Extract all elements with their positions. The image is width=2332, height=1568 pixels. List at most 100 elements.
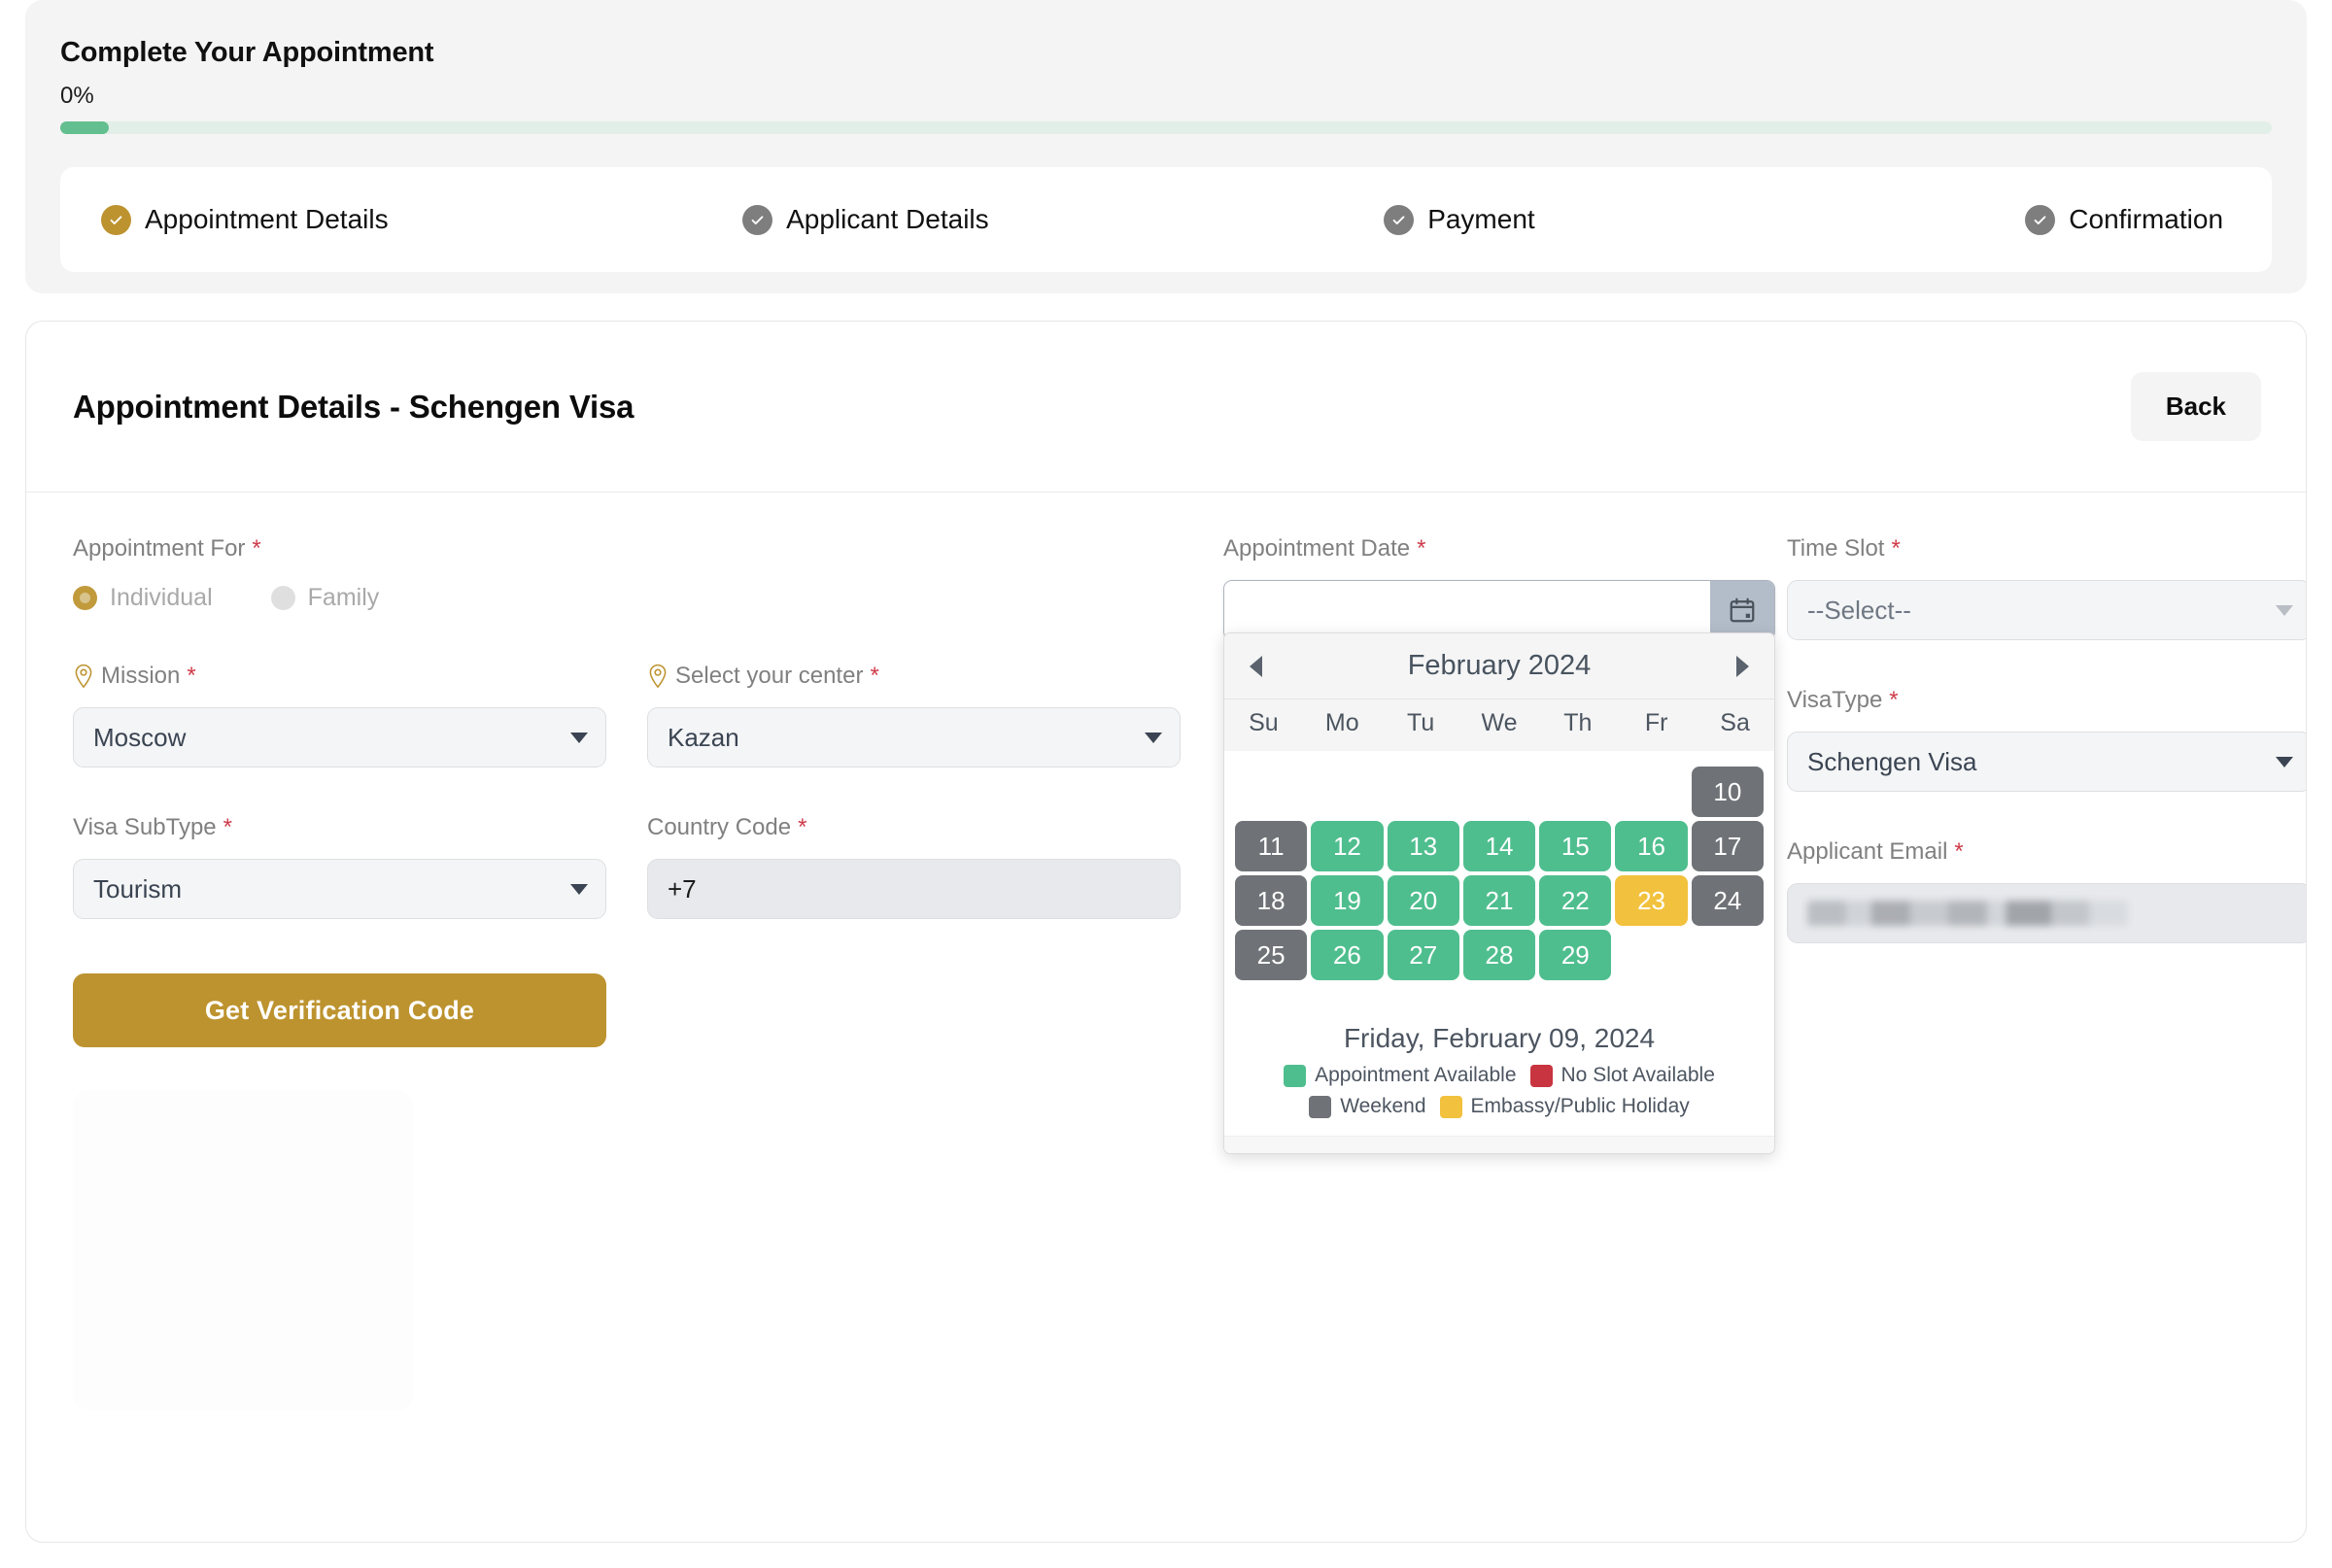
check-circle-icon (1384, 204, 1415, 235)
required-marker: * (1417, 535, 1426, 562)
subtype-countrycode-row: Visa SubType * Tourism Country Code * +7 (73, 814, 1181, 919)
calendar-day[interactable]: 12 (1311, 821, 1384, 871)
step-confirmation[interactable]: Confirmation (2025, 204, 2231, 235)
label-text: VisaType (1787, 687, 1883, 713)
calendar-day[interactable]: 20 (1387, 875, 1459, 926)
calendar-selected-date: Friday, February 09, 2024 (1343, 1023, 1656, 1053)
calendar-day[interactable]: 29 (1539, 930, 1612, 980)
calendar-day[interactable]: 24 (1691, 875, 1764, 926)
required-marker: * (798, 814, 807, 840)
step-appointment-details[interactable]: Appointment Details (101, 204, 742, 235)
calendar-day-headers: Su Mo Tu We Th Fr Sa (1224, 699, 1774, 751)
radio-individual[interactable]: Individual (73, 584, 213, 612)
calendar-day-empty (1311, 767, 1383, 817)
calendar-day[interactable]: 15 (1539, 821, 1612, 871)
calendar-day[interactable]: 14 (1462, 821, 1536, 871)
appointment-date-label: Appointment Date * (1223, 535, 1767, 562)
chevron-right-icon[interactable] (1736, 655, 1749, 677)
visa-type-select[interactable]: Schengen Visa (1787, 732, 2306, 792)
visa-type-value: Schengen Visa (1807, 746, 1977, 776)
page-title: Complete Your Appointment (60, 37, 434, 68)
label-text: Mission (101, 663, 181, 689)
calendar-day[interactable]: 28 (1462, 930, 1536, 980)
appointment-date-input[interactable] (1224, 581, 1710, 639)
calendar-day[interactable]: 26 (1311, 930, 1384, 980)
label-text: Country Code (647, 814, 792, 840)
calendar-day-empty (1615, 930, 1687, 980)
required-marker: * (252, 535, 261, 562)
appointment-date-column: Appointment Date * February 2024 Su Mo T… (1223, 535, 1775, 1154)
calendar-day[interactable]: 21 (1462, 875, 1536, 926)
day-header: Tu (1407, 709, 1435, 736)
chevron-down-icon (2276, 756, 2293, 767)
back-button[interactable]: Back (2130, 372, 2261, 441)
calendar-day[interactable]: 16 (1615, 821, 1688, 871)
time-slot-group: Time Slot * --Select-- (1787, 535, 2306, 640)
country-code-label: Country Code * (647, 814, 1181, 841)
map-pin-icon (649, 664, 667, 689)
applicant-email-input (1787, 883, 2306, 943)
step-applicant-details[interactable]: Applicant Details (742, 204, 1384, 235)
visa-type-group: VisaType * Schengen Visa (1787, 687, 2306, 792)
calendar-day[interactable]: 23 (1615, 875, 1688, 926)
visa-subtype-select[interactable]: Tourism (73, 859, 606, 919)
calendar-day[interactable]: 27 (1387, 930, 1459, 980)
time-slot-value: --Select-- (1807, 595, 1911, 625)
get-verification-code-button[interactable]: Get Verification Code (73, 973, 606, 1047)
legend-swatch (1309, 1095, 1332, 1118)
visa-subtype-value: Tourism (93, 873, 183, 903)
left-form-column: Appointment For * Individual Family Miss… (73, 535, 1181, 1411)
legend-item-weekend: Weekend (1309, 1095, 1426, 1118)
step-payment[interactable]: Payment (1384, 204, 2025, 235)
legend-item-available: Appointment Available (1284, 1064, 1517, 1087)
card-title: Appointment Details - Schengen Visa (73, 388, 634, 425)
center-select[interactable]: Kazan (647, 707, 1181, 767)
label-text: Appointment Date (1223, 535, 1411, 562)
radio-dot-icon (270, 586, 295, 610)
progress-panel: Complete Your Appointment 0% Appointment… (25, 0, 2307, 293)
center-value: Kazan (668, 722, 739, 752)
required-marker: * (223, 814, 232, 840)
appointment-for-radios: Individual Family (73, 584, 1181, 612)
day-header: We (1481, 709, 1518, 736)
applicant-email-label: Applicant Email * (1787, 838, 2306, 866)
mission-select[interactable]: Moscow (73, 707, 606, 767)
radio-family[interactable]: Family (270, 584, 379, 612)
calendar-day[interactable]: 22 (1539, 875, 1612, 926)
calendar-day[interactable]: 18 (1235, 875, 1308, 926)
applicant-email-group: Applicant Email * (1787, 838, 2306, 943)
progress-percent-label: 0% (60, 83, 94, 109)
center-label: Select your center * (647, 663, 1181, 690)
calendar-day[interactable]: 10 (1691, 767, 1764, 817)
legend-row: Weekend Embassy/Public Holiday (1244, 1095, 1755, 1118)
legend-label: No Slot Available (1560, 1064, 1715, 1086)
calendar-day[interactable]: 25 (1235, 930, 1308, 980)
mission-center-row: Mission * Moscow Select your center * Kaza… (73, 663, 1181, 767)
open-calendar-button[interactable] (1710, 581, 1774, 639)
calendar-day[interactable]: 19 (1311, 875, 1384, 926)
chevron-left-icon[interactable] (1250, 655, 1262, 677)
chevron-down-icon (1145, 732, 1162, 743)
card-body: Appointment For * Individual Family Miss… (26, 493, 2306, 1411)
calendar-day-empty (1692, 930, 1764, 980)
calendar-day-empty (1388, 767, 1459, 817)
time-slot-select[interactable]: --Select-- (1787, 580, 2306, 640)
calendar-day[interactable]: 11 (1235, 821, 1308, 871)
required-marker: * (1954, 838, 1964, 865)
card-header: Appointment Details - Schengen Visa Back (26, 322, 2306, 493)
day-header: Sa (1720, 709, 1750, 736)
mission-label: Mission * (73, 663, 606, 690)
step-label: Confirmation (2069, 204, 2224, 234)
chevron-down-icon (2276, 604, 2293, 616)
appointment-date-field[interactable] (1223, 580, 1775, 640)
calendar-header: February 2024 (1224, 633, 1774, 699)
calendar-grid: 10 11 12 13 14 15 16 17 18 19 20 21 22 23 24 25 26 27 28 29 (1224, 751, 1774, 990)
step-indicator: Appointment Details Applicant Details Pa… (60, 167, 2272, 272)
chevron-down-icon (570, 883, 588, 895)
country-code-input: +7 (647, 859, 1181, 919)
mission-group: Mission * Moscow (73, 663, 606, 767)
calendar-footer (1224, 1136, 1774, 1153)
calendar-day[interactable]: 17 (1691, 821, 1764, 871)
visa-subtype-label: Visa SubType * (73, 814, 606, 841)
calendar-day[interactable]: 13 (1387, 821, 1459, 871)
